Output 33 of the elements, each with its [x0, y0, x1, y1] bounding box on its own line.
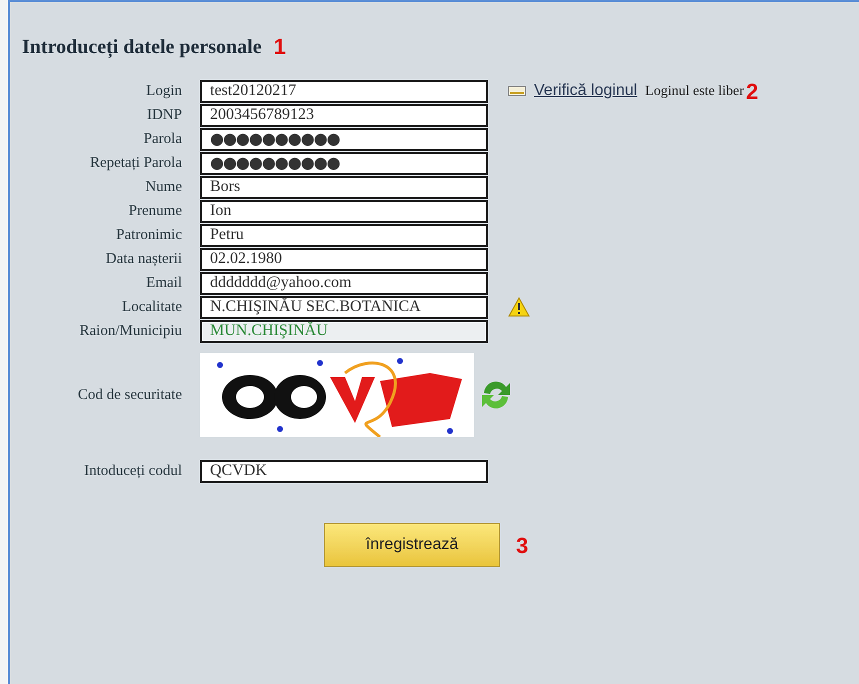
field-label: Cod de securitate — [76, 386, 183, 405]
field-label: Data nașterii — [104, 250, 183, 269]
field-label: Prenume — [128, 202, 183, 221]
check-login-link[interactable]: Verifică loginul — [534, 79, 638, 103]
input-field[interactable]: 02.02.1980 — [200, 248, 488, 270]
field-label: Login — [145, 82, 183, 101]
field-label: Patronimic — [115, 226, 183, 245]
annotation-number: 1 — [274, 33, 286, 61]
field-label: IDNP — [146, 106, 183, 125]
input-field[interactable]: ddddddd@yahoo.com — [200, 272, 488, 294]
input-field[interactable]: Petru — [200, 224, 488, 246]
keyboard-icon — [508, 85, 526, 97]
input-field[interactable]: ●●●●●●●●●● — [200, 152, 488, 174]
annotation-number: 2 — [746, 78, 758, 106]
field-label: Intoduceți codul — [83, 462, 183, 481]
input-field[interactable]: N.CHIŞINĂU SEC.BOTANICA — [200, 296, 488, 318]
form-title: Introduceți datele personale — [22, 34, 262, 60]
login-status: Loginul este liber — [645, 82, 744, 100]
field-label: Raion/Municipiu — [78, 322, 183, 341]
input-field[interactable]: QCVDK — [200, 460, 488, 482]
input-field[interactable]: MUN.CHIŞINĂU — [200, 320, 488, 342]
input-field[interactable]: ●●●●●●●●●● — [200, 128, 488, 150]
input-field[interactable]: 2003456789123 — [200, 104, 488, 126]
input-field[interactable]: Ion — [200, 200, 488, 222]
field-label: Nume — [144, 178, 183, 197]
field-label: Localitate — [121, 298, 183, 317]
input-field[interactable]: Bors — [200, 176, 488, 198]
register-button[interactable]: înregistrează — [324, 523, 500, 567]
field-label: Email — [145, 274, 183, 293]
input-field[interactable]: test20120217 — [200, 80, 488, 102]
annotation-number: 3 — [516, 532, 528, 560]
field-label: Parola — [142, 130, 183, 149]
field-label: Repetați Parola — [88, 154, 183, 173]
